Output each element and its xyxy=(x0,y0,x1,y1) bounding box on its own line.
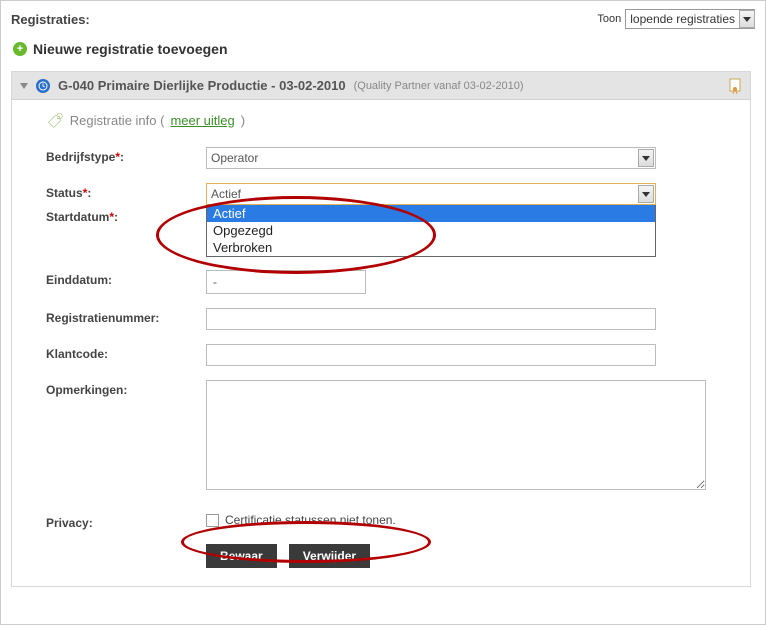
status-option-verbroken[interactable]: Verbroken xyxy=(207,239,655,256)
label-klantcode: Klantcode: xyxy=(46,344,206,361)
row-opmerkingen: Opmerkingen: xyxy=(46,380,732,493)
row-registratienummer: Registratienummer: xyxy=(46,308,732,330)
chevron-down-icon xyxy=(638,185,654,203)
row-status: Status*: Actief Actief Opgezegd Verbroke… xyxy=(46,183,732,205)
certificate-icon[interactable] xyxy=(728,78,742,97)
checkbox-privacy-label: Certificatie statussen niet tonen. xyxy=(225,513,396,527)
label-opmerkingen: Opmerkingen: xyxy=(46,380,206,397)
status-option-opgezegd[interactable]: Opgezegd xyxy=(207,222,655,239)
clock-icon xyxy=(36,79,50,93)
chevron-down-icon xyxy=(638,149,654,167)
panel-title: G-040 Primaire Dierlijke Productie - 03-… xyxy=(58,78,346,93)
label-startdatum: Startdatum*: xyxy=(46,207,206,224)
save-button[interactable]: Bewaar xyxy=(206,544,277,568)
topbar: Registraties: Toon lopende registraties xyxy=(11,9,755,35)
textarea-opmerkingen[interactable] xyxy=(206,380,706,490)
toon-select-value: lopende registraties xyxy=(630,12,735,26)
required-asterisk: * xyxy=(83,186,88,200)
label-registratienummer: Registratienummer: xyxy=(46,308,206,325)
label-einddatum: Einddatum: xyxy=(46,270,206,287)
label-startdatum-text: Startdatum xyxy=(46,210,109,224)
collapse-icon xyxy=(20,83,28,89)
required-asterisk: * xyxy=(115,150,120,164)
add-registration-row[interactable]: + Nieuwe registratie toevoegen xyxy=(13,41,755,57)
status-option-actief[interactable]: Actief xyxy=(207,205,655,222)
input-registratienummer[interactable] xyxy=(206,308,656,330)
label-privacy: Privacy: xyxy=(46,513,206,530)
label-bedrijfstype: Bedrijfstype*: xyxy=(46,147,206,164)
input-klantcode[interactable] xyxy=(206,344,656,366)
row-klantcode: Klantcode: xyxy=(46,344,732,366)
delete-button[interactable]: Verwijder xyxy=(289,544,370,568)
status-dropdown: Actief Opgezegd Verbroken xyxy=(206,205,656,257)
toon-select[interactable]: lopende registraties xyxy=(625,9,755,29)
select-bedrijfstype[interactable]: Operator xyxy=(206,147,656,169)
select-bedrijfstype-value: Operator xyxy=(211,151,258,165)
checkbox-privacy[interactable] xyxy=(206,514,219,527)
toon-label: Toon xyxy=(597,13,621,25)
label-status-text: Status xyxy=(46,186,83,200)
label-status: Status*: xyxy=(46,183,206,200)
section-prefix: Registratie info ( xyxy=(70,113,165,128)
required-asterisk: * xyxy=(109,210,114,224)
chevron-down-icon xyxy=(739,10,755,28)
panel-subtitle: (Quality Partner vanaf 03-02-2010) xyxy=(354,80,524,92)
toon-filter: Toon lopende registraties xyxy=(597,9,755,29)
row-privacy: Privacy: Certificatie statussen niet ton… xyxy=(46,513,732,530)
more-info-link[interactable]: meer uitleg xyxy=(170,113,234,128)
button-row: Bewaar Verwijder xyxy=(206,544,732,568)
select-status[interactable]: Actief xyxy=(206,183,656,205)
page-container: Registraties: Toon lopende registraties … xyxy=(0,0,766,625)
tag-icon: 🏷 xyxy=(46,112,63,130)
input-einddatum[interactable] xyxy=(206,270,366,294)
row-einddatum: Einddatum: xyxy=(46,270,732,294)
section-heading: 🏷 Registratie info ( meer uitleg) xyxy=(46,112,732,129)
panel-header[interactable]: G-040 Primaire Dierlijke Productie - 03-… xyxy=(12,72,750,100)
add-registration-label: Nieuwe registratie toevoegen xyxy=(33,41,228,57)
section-suffix: ) xyxy=(241,113,245,128)
page-title: Registraties: xyxy=(11,12,90,27)
row-bedrijfstype: Bedrijfstype*: Operator xyxy=(46,147,732,169)
label-bedrijfstype-text: Bedrijfstype xyxy=(46,150,115,164)
plus-icon: + xyxy=(13,42,27,56)
select-status-value: Actief xyxy=(211,187,241,201)
panel-body: 🏷 Registratie info ( meer uitleg) Bedrijf… xyxy=(12,100,750,586)
registration-panel: G-040 Primaire Dierlijke Productie - 03-… xyxy=(11,71,751,587)
